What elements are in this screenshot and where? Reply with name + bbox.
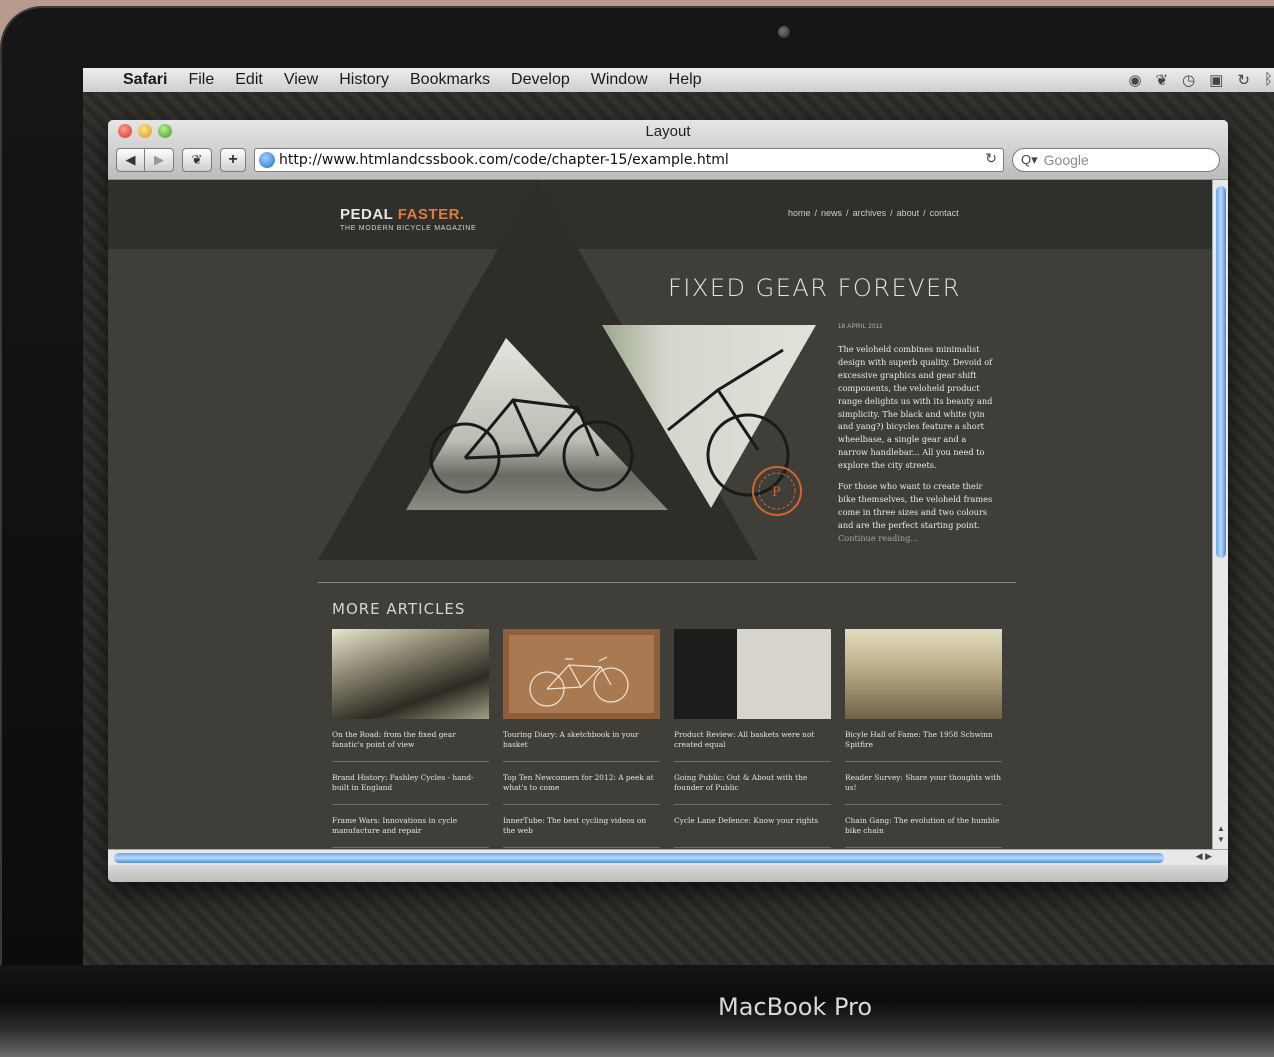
safari-window: Layout ◀ ▶ ❦ + http://www.htmlandcssbook… [108,120,1228,882]
logo-word-2: FASTER. [397,206,465,223]
article-link[interactable]: Bicyle Hall of Fame: The 1958 Schwinn Sp… [845,719,1002,762]
back-button[interactable]: ◀ [116,148,145,172]
mac-menubar: Safari File Edit View History Bookmarks … [83,68,1274,92]
article-link[interactable]: Going Public: Out & About with the found… [674,762,831,805]
continue-reading-link[interactable]: Continue reading... [838,533,918,543]
bluetooth-icon[interactable]: ᛒ [1264,71,1273,89]
logo-tagline: THE MODERN BICYCLE MAGAZINE [340,225,477,232]
menu-app-name[interactable]: Safari [123,71,167,89]
article-link[interactable]: On the Road: from the fixed gear fanatic… [332,719,489,762]
article-column: On the Road: from the fixed gear fanatic… [332,629,489,848]
article-link[interactable]: Product Review: All baskets were not cre… [674,719,831,762]
hero-paragraph-2: For those who want to create their bike … [838,480,998,545]
forward-button[interactable]: ▶ [145,148,174,172]
section-divider [318,582,1016,583]
globe-icon [259,152,275,168]
window-title: Layout [645,123,691,140]
browser-toolbar: ◀ ▶ ❦ + http://www.htmlandcssbook.com/co… [116,147,1220,173]
article-column: Product Review: All baskets were not cre… [674,629,831,848]
hero-paragraph-1: The veloheld combines minimalist design … [838,344,993,471]
screen: Safari File Edit View History Bookmarks … [83,68,1274,965]
article-link[interactable]: Touring Diary: A sketchbook in your bask… [503,719,660,762]
more-articles-grid: On the Road: from the fixed gear fanatic… [332,629,1002,848]
article-link[interactable]: Frame Wars: Innovations in cycle manufac… [332,805,489,848]
display-icon[interactable]: ▣ [1209,71,1223,89]
nav-archives[interactable]: archives [853,208,887,218]
add-bookmark-button[interactable]: + [220,148,246,172]
article-thumbnail[interactable] [332,629,489,719]
article-column: Bicyle Hall of Fame: The 1958 Schwinn Sp… [845,629,1002,848]
laptop-bottom [0,965,1274,1057]
hero-title: FIXED GEAR FOREVER [668,274,961,302]
url-text: http://www.htmlandcssbook.com/code/chapt… [279,152,729,168]
article-thumbnail[interactable] [845,629,1002,719]
back-arrow-icon: ◀ [125,152,136,167]
hero-paragraph-2-text: For those who want to create their bike … [838,481,993,530]
vertical-scroll-arrows[interactable]: ▲ ▼ [1213,823,1228,845]
site-nav: home / news / archives / about / contact [788,208,959,218]
menu-bookmarks[interactable]: Bookmarks [410,71,490,89]
article-link[interactable]: InnerTube: The best cycling videos on th… [503,805,660,848]
article-thumbnail[interactable] [674,629,831,719]
forward-arrow-icon: ▶ [154,152,164,167]
site-logo[interactable]: PEDAL FASTER. THE MODERN BICYCLE MAGAZIN… [340,206,476,232]
web-viewport: P PEDAL FASTER. THE MODERN BICYCLE MAGAZ… [108,180,1212,849]
evernote-icon: ❦ [191,152,203,167]
horizontal-scroll-thumb[interactable] [114,853,1164,863]
article-link[interactable]: Reader Survey: Share your thoughts with … [845,762,1002,805]
history-nav: ◀ ▶ [116,148,174,172]
bicycle-sketch-icon [529,656,629,707]
reload-icon[interactable]: ↻ [985,151,997,167]
article-link[interactable]: Cycle Lane Defence: Know your rights [674,805,831,848]
more-articles-title: MORE ARTICLES [332,600,466,618]
vertical-scroll-thumb[interactable] [1216,186,1226,558]
hero-body: The veloheld combines minimalist design … [838,343,998,553]
horizontal-scroll-arrows[interactable]: ◀ ▶ [1196,851,1212,862]
wifi-icon[interactable]: ◉ [1128,71,1141,89]
evernote-button[interactable]: ❦ [182,148,212,172]
article-column: Touring Diary: A sketchbook in your bask… [503,629,660,848]
status-bar [108,865,1228,882]
search-input[interactable]: Q▾ Google [1012,148,1220,172]
article-link[interactable]: Chain Gang: The evolution of the humble … [845,805,1002,848]
menubar-tray: ◉ ❦ ◷ ▣ ↻ ᛒ [1128,71,1273,89]
menu-file[interactable]: File [188,71,214,89]
url-bar[interactable]: http://www.htmlandcssbook.com/code/chapt… [254,148,1004,172]
nav-news[interactable]: news [821,208,842,218]
hero-date: 16 APRIL 2011 [838,324,883,330]
window-titlebar: Layout ◀ ▶ ❦ + http://www.htmlandcssbook… [108,120,1228,180]
evernote-icon[interactable]: ❦ [1156,71,1169,89]
menu-help[interactable]: Help [669,71,702,89]
nav-contact[interactable]: contact [930,208,959,218]
menu-edit[interactable]: Edit [235,71,263,89]
search-placeholder: Google [1043,152,1089,168]
logo-word-1: PEDAL [340,206,398,223]
time-machine-icon[interactable]: ◷ [1182,71,1195,89]
camera-icon [778,26,790,38]
menu-window[interactable]: Window [591,71,648,89]
nav-home[interactable]: home [788,208,811,218]
menu-view[interactable]: View [284,71,318,89]
vertical-scrollbar[interactable]: ▲ ▼ [1212,180,1228,849]
nav-about[interactable]: about [897,208,920,218]
menu-history[interactable]: History [339,71,389,89]
sync-icon[interactable]: ↻ [1237,71,1250,89]
add-bookmark-icon: + [228,151,238,168]
menu-develop[interactable]: Develop [511,71,570,89]
article-thumbnail[interactable] [503,629,660,719]
magnifier-icon: Q▾ [1021,152,1038,167]
badge-letter: P [772,485,781,500]
horizontal-scrollbar[interactable]: ◀ ▶ [108,849,1228,865]
device-brand-label: MacBook Pro [718,993,873,1021]
article-link[interactable]: Top Ten Newcomers for 2012: A peek at wh… [503,762,660,805]
article-link[interactable]: Brand History: Pashley Cycles - hand-bui… [332,762,489,805]
